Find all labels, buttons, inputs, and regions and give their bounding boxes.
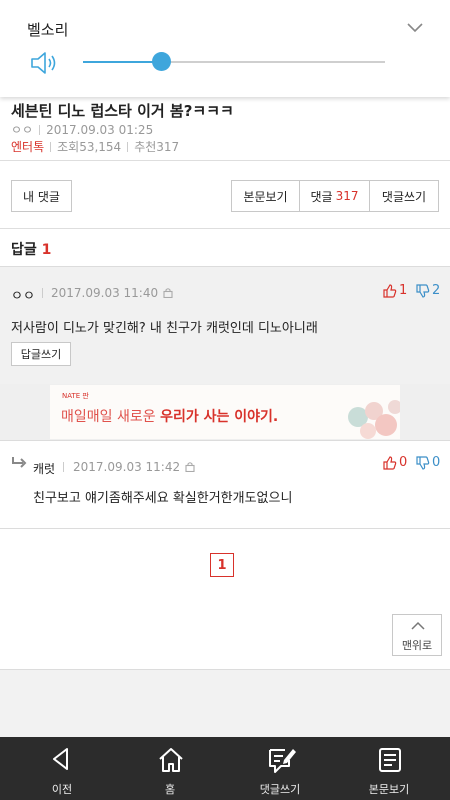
write-comment-button[interactable]: 댓글쓰기 bbox=[369, 180, 439, 212]
thumbs-down-icon bbox=[416, 283, 430, 298]
article-views: 조회53,154 bbox=[57, 140, 122, 154]
lock-icon bbox=[185, 462, 195, 472]
page-bottom bbox=[0, 669, 450, 737]
reply-downvote-button[interactable]: 0 bbox=[416, 455, 440, 470]
advertisement-banner[interactable]: NATE 판 매일매일 새로운 우리가 사는 이야기. bbox=[50, 385, 400, 439]
volume-slider-thumb[interactable] bbox=[152, 52, 172, 71]
banner-text: 매일매일 새로운 우리가 사는 이야기. bbox=[61, 409, 279, 425]
article-stats: 엔터톡 조회53,154 추천317 bbox=[11, 138, 179, 155]
article-recommends: 추천317 bbox=[134, 140, 180, 154]
volume-slider-fill bbox=[83, 61, 162, 63]
replies-heading: 답글 1 bbox=[11, 242, 52, 258]
divider bbox=[0, 160, 450, 161]
pearls-icon bbox=[348, 400, 400, 439]
reply-text: 친구보고 얘기좀해주세요 확실한거한개도없으니 bbox=[33, 491, 293, 506]
comment-downvote-button[interactable]: 2 bbox=[416, 283, 440, 298]
thumbs-up-icon bbox=[383, 455, 397, 470]
speaker-icon[interactable] bbox=[30, 51, 58, 75]
nav-view-post[interactable]: 본문보기 bbox=[333, 737, 445, 800]
comment-datetime: 2017.09.03 11:40 bbox=[51, 286, 159, 300]
reply-author: 캐럿 bbox=[33, 462, 56, 476]
reply-write-button[interactable]: 답글쓰기 bbox=[11, 342, 71, 366]
nav-back[interactable]: 이전 bbox=[6, 737, 118, 800]
back-arrow-icon bbox=[53, 748, 68, 770]
article-title: 세븐틴 디노 럽스타 이거 봄?ㅋㅋㅋ bbox=[11, 102, 234, 120]
nav-write-comment[interactable]: 댓글쓰기 bbox=[224, 737, 336, 800]
article-datetime: 2017.09.03 01:25 bbox=[46, 123, 154, 137]
article-category[interactable]: 엔터톡 bbox=[11, 140, 44, 154]
lock-icon bbox=[163, 288, 173, 298]
bottom-navigation: 이전 홈 댓글쓰기 본문보기 bbox=[0, 737, 450, 800]
my-comments-button[interactable]: 내 댓글 bbox=[11, 180, 72, 212]
chevron-up-icon bbox=[411, 621, 425, 630]
article-author: ㅇㅇ bbox=[11, 123, 34, 137]
comments-count-button[interactable]: 댓글 317 bbox=[299, 180, 370, 212]
reply-item: 캐럿 2017.09.03 11:42 0 0 친구보고 얘기좀해주세요 확실한… bbox=[0, 440, 450, 529]
reply-arrow-icon bbox=[12, 457, 27, 468]
banner-brand: NATE 판 bbox=[62, 392, 89, 400]
comment-item: ㅇㅇ 2017.09.03 11:40 1 2 저사람이 디노가 맞긴해? 내 … bbox=[0, 266, 450, 384]
divider bbox=[0, 228, 450, 229]
view-post-button[interactable]: 본문보기 bbox=[231, 180, 300, 212]
nav-home[interactable]: 홈 bbox=[114, 737, 226, 800]
comment-author: ㅇㅇ bbox=[11, 289, 35, 304]
comment-write-icon bbox=[269, 749, 296, 773]
reply-datetime: 2017.09.03 11:42 bbox=[73, 460, 181, 474]
article-meta: ㅇㅇ 2017.09.03 01:25 bbox=[11, 121, 153, 138]
chevron-down-icon[interactable] bbox=[405, 20, 425, 34]
document-icon bbox=[379, 748, 401, 772]
thumbs-up-icon bbox=[383, 283, 397, 298]
scroll-top-button[interactable]: 맨위로 bbox=[392, 614, 442, 656]
thumbs-down-icon bbox=[416, 455, 430, 470]
comment-upvote-button[interactable]: 1 bbox=[383, 283, 407, 298]
reply-upvote-button[interactable]: 0 bbox=[383, 455, 407, 470]
ringtone-title: 벨소리 bbox=[27, 21, 69, 39]
home-icon bbox=[159, 748, 183, 772]
page: 벨소리 세븐틴 디노 럽스타 이거 봄?ㅋㅋㅋ ㅇㅇ 2017.09.03 01:… bbox=[0, 0, 450, 800]
volume-slider-track[interactable] bbox=[83, 61, 385, 63]
ringtone-volume-panel: 벨소리 bbox=[0, 0, 450, 97]
comment-text: 저사람이 디노가 맞긴해? 내 친구가 캐럿인데 디노아니래 bbox=[11, 321, 318, 336]
page-number-current[interactable]: 1 bbox=[210, 553, 234, 577]
